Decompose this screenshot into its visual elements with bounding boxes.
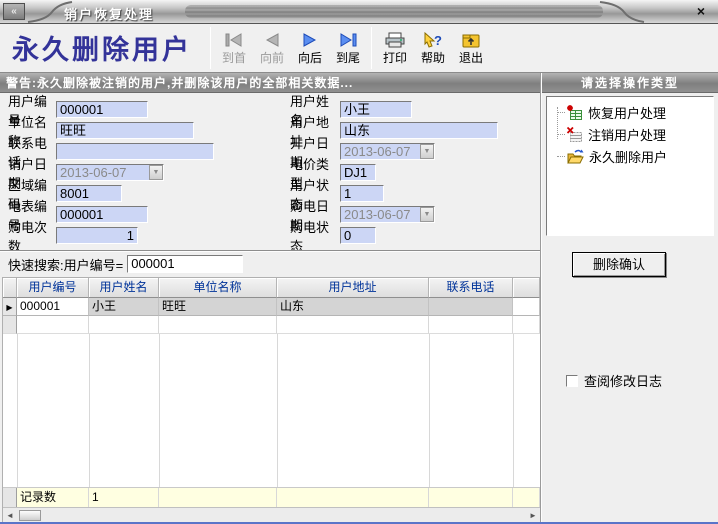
delete-confirm-button[interactable]: 删除确认 <box>572 252 666 277</box>
toolbar: 永久删除用户 到首 向前 向后 到尾 <box>0 24 718 73</box>
cell-company[interactable]: 旺旺 <box>159 298 277 316</box>
exit-button[interactable]: 退出 <box>453 31 489 66</box>
close-button[interactable]: × <box>692 3 710 20</box>
deactivate-user-icon <box>566 126 583 143</box>
horizontal-scrollbar[interactable]: ◄ ► <box>3 507 540 522</box>
grid-header-row: 用户编号 用户姓名 单位名称 用户地址 联系电话 <box>3 278 540 298</box>
grid-footer-row: 记录数 1 <box>3 487 540 507</box>
cell-user-name[interactable]: 小王 <box>89 298 159 316</box>
column-header-filler <box>513 278 540 298</box>
operation-list: 恢复用户处理 注销用户处理 <box>546 96 714 236</box>
printer-icon <box>384 31 406 49</box>
window-title: 销户恢复处理 <box>64 4 154 23</box>
scroll-left-icon[interactable]: ◄ <box>3 511 17 520</box>
search-label: 快速搜索:用户编号= <box>8 255 123 274</box>
op-deactivate-user[interactable]: 注销用户处理 <box>549 123 711 145</box>
cell-phone[interactable] <box>429 298 513 316</box>
scroll-right-icon[interactable]: ► <box>526 511 540 520</box>
column-header: 用户编号 <box>17 278 89 298</box>
indicator-column-header <box>3 278 17 298</box>
title-bar: « 销户恢复处理 × <box>0 0 718 24</box>
next-record-icon <box>300 31 320 49</box>
search-input[interactable]: 000001 <box>127 255 243 273</box>
app-logo-icon: « <box>3 3 25 20</box>
purchase-count-field[interactable]: 1 <box>56 227 138 244</box>
view-log-label: 查阅修改日志 <box>584 371 662 390</box>
toolbar-separator <box>371 27 372 69</box>
print-button[interactable]: 打印 <box>377 31 413 66</box>
table-row[interactable]: ▶ 000001 小王 旺旺 山东 <box>3 298 540 316</box>
op-delete-user[interactable]: 永久删除用户 <box>549 145 711 167</box>
column-header: 用户地址 <box>277 278 429 298</box>
page-title: 永久删除用户 <box>0 28 206 69</box>
record-count-value: 1 <box>89 488 159 507</box>
next-record-button[interactable]: 向后 <box>292 31 328 66</box>
warning-text: 警告:永久删除被注销的用户,并删除该用户的全部相关数据... <box>0 74 353 91</box>
titlebar-swoosh-right <box>598 0 646 24</box>
last-record-icon <box>338 31 358 49</box>
panel-title-bar: 请选择操作类型 <box>542 73 718 93</box>
delete-user-icon <box>566 148 584 165</box>
chevron-down-icon[interactable]: ▼ <box>420 144 434 159</box>
toolbar-separator <box>210 27 211 69</box>
current-row-indicator-icon: ▶ <box>3 298 17 316</box>
cell-address[interactable]: 山东 <box>277 298 429 316</box>
cell-user-id[interactable]: 000001 <box>17 298 89 316</box>
operation-label: 注销用户处理 <box>588 125 666 144</box>
operation-label: 恢复用户处理 <box>588 103 666 122</box>
first-record-button[interactable]: 到首 <box>216 31 252 66</box>
scrollbar-thumb[interactable] <box>19 510 41 521</box>
cell-filler <box>513 298 540 316</box>
records-grid: 用户编号 用户姓名 单位名称 用户地址 联系电话 ▶ 000001 小王 旺旺 … <box>2 277 540 522</box>
panel-title: 请选择操作类型 <box>581 74 679 91</box>
quick-search-bar: 快速搜索:用户编号= 000001 <box>0 250 540 277</box>
operation-label: 永久删除用户 <box>589 147 667 166</box>
op-restore-user[interactable]: 恢复用户处理 <box>549 101 711 123</box>
help-icon: ? <box>422 31 444 49</box>
column-header: 用户姓名 <box>89 278 159 298</box>
titlebar-texture <box>185 5 603 18</box>
field-label: 购电次数 <box>0 217 56 255</box>
svg-text:?: ? <box>434 33 442 48</box>
record-count-label: 记录数 <box>17 488 89 507</box>
operation-panel: 请选择操作类型 恢复用户处理 <box>541 73 718 522</box>
prev-record-button[interactable]: 向前 <box>254 31 290 66</box>
column-header: 联系电话 <box>429 278 513 298</box>
last-record-button[interactable]: 到尾 <box>330 31 366 66</box>
prev-record-icon <box>262 31 282 49</box>
view-log-option: 查阅修改日志 <box>566 371 718 390</box>
chevron-down-icon[interactable]: ▼ <box>420 207 434 222</box>
app-window: « 销户恢复处理 × 永久删除用户 到首 向前 向后 <box>0 0 718 524</box>
purchase-status-field[interactable]: 0 <box>340 227 376 244</box>
field-label: 购电状态 <box>284 217 340 255</box>
main-area: 警告:永久删除被注销的用户,并删除该用户的全部相关数据... 用户编号 0000… <box>0 73 541 522</box>
column-header: 单位名称 <box>159 278 277 298</box>
exit-icon <box>460 31 482 49</box>
first-record-icon <box>224 31 244 49</box>
grid-empty-area <box>3 334 540 487</box>
restore-user-icon <box>566 104 583 121</box>
view-log-checkbox[interactable] <box>566 375 578 387</box>
empty-row <box>3 316 540 334</box>
help-button[interactable]: ? 帮助 <box>415 31 451 66</box>
record-form: 用户编号 000001 用户姓名 小王 单位名称 旺旺 <box>0 93 540 250</box>
